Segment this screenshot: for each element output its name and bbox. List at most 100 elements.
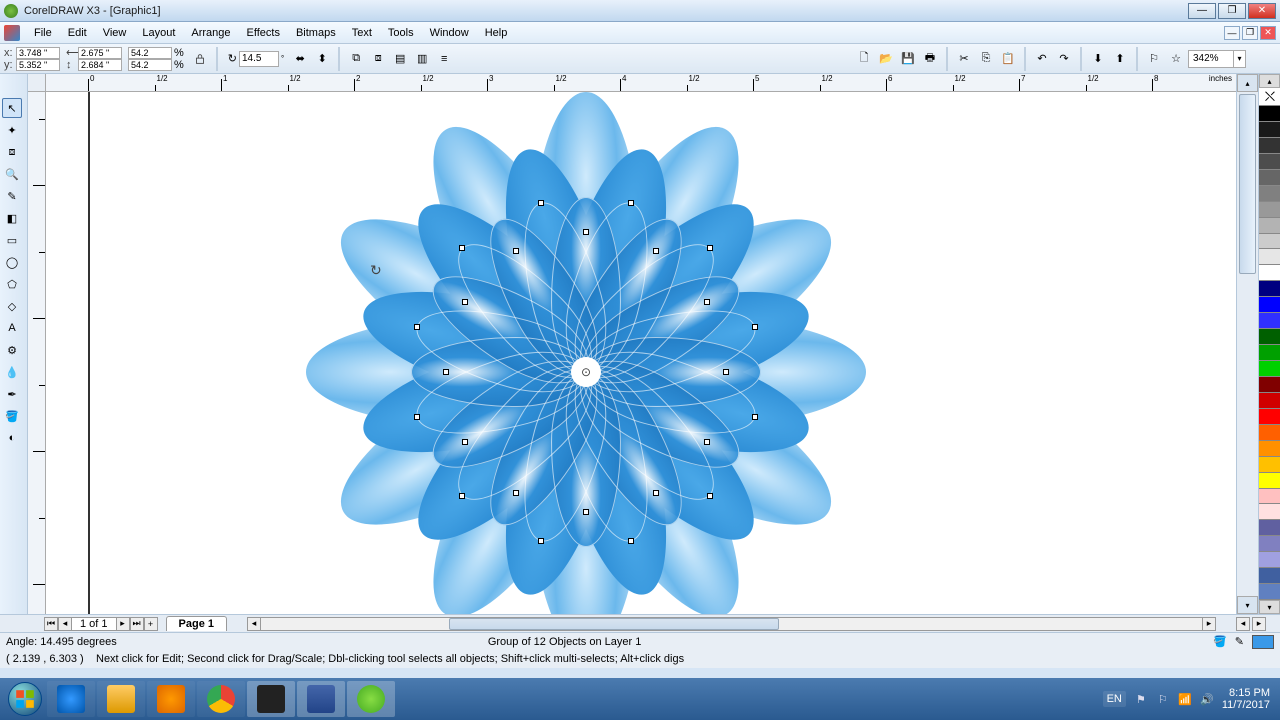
selection-node[interactable] xyxy=(462,439,468,445)
swatch-4060a0[interactable] xyxy=(1259,568,1280,584)
y-position-input[interactable] xyxy=(16,59,60,71)
tray-flag-icon[interactable]: ⚑ xyxy=(1134,692,1148,706)
menu-edit[interactable]: Edit xyxy=(60,25,95,41)
hscroll-left-button[interactable]: ◂ xyxy=(247,617,261,631)
tray-network-icon[interactable]: 📶 xyxy=(1178,692,1192,706)
tool-outline[interactable]: ✒ xyxy=(2,384,22,404)
selection-node[interactable] xyxy=(707,245,713,251)
swatch-ffe0e0[interactable] xyxy=(1259,504,1280,520)
language-indicator[interactable]: EN xyxy=(1103,691,1126,707)
tray-action-center-icon[interactable]: ⚐ xyxy=(1156,692,1170,706)
swatch-999999[interactable] xyxy=(1259,202,1280,218)
tool-interactive-fill[interactable]: ◐ xyxy=(2,428,22,448)
scroll-up-button[interactable]: ▴ xyxy=(1237,74,1258,92)
swatch-0000ff[interactable] xyxy=(1259,297,1280,313)
swatch-00d000[interactable] xyxy=(1259,361,1280,377)
swatch-none[interactable]: ⛌ xyxy=(1259,88,1280,106)
hscroll-right-button[interactable]: ▸ xyxy=(1202,617,1216,631)
selection-node[interactable] xyxy=(462,299,468,305)
zoom-level-combo[interactable]: ▾ xyxy=(1188,50,1246,68)
tray-clock[interactable]: 8:15 PM 11/7/2017 xyxy=(1222,687,1270,711)
tool-rectangle[interactable]: ▭ xyxy=(2,230,22,250)
menu-file[interactable]: File xyxy=(26,25,60,41)
scale-x-input[interactable] xyxy=(128,47,172,59)
width-input[interactable] xyxy=(78,47,122,59)
maximize-button[interactable]: ❐ xyxy=(1218,3,1246,19)
tool-fill[interactable]: 🪣 xyxy=(2,406,22,426)
wrap-text-button[interactable]: ≡ xyxy=(434,49,454,69)
redo-button[interactable]: ↷ xyxy=(1054,49,1074,69)
menu-text[interactable]: Text xyxy=(344,25,380,41)
last-page-button[interactable]: ⏭ xyxy=(130,617,144,631)
swatch-006000[interactable] xyxy=(1259,329,1280,345)
swatch-ffc000[interactable] xyxy=(1259,457,1280,473)
menu-arrange[interactable]: Arrange xyxy=(183,25,238,41)
lock-ratio-button[interactable] xyxy=(190,49,210,69)
hscroll-thumb[interactable] xyxy=(449,618,778,630)
swatch-3030ff[interactable] xyxy=(1259,313,1280,329)
selection-node[interactable] xyxy=(538,538,544,544)
zoom-dropdown-icon[interactable]: ▾ xyxy=(1233,51,1245,67)
paste-button[interactable]: 📋 xyxy=(998,49,1018,69)
selection-node[interactable] xyxy=(653,490,659,496)
scroll-down-button[interactable]: ▾ xyxy=(1237,596,1258,614)
taskbar-ie[interactable] xyxy=(47,681,95,717)
selection-node[interactable] xyxy=(704,299,710,305)
tool-crop[interactable]: ⧈ xyxy=(2,142,22,162)
swatch-1a1a1a[interactable] xyxy=(1259,122,1280,138)
ungroup-all-button[interactable]: ⧈ xyxy=(368,49,388,69)
swatch-ff9000[interactable] xyxy=(1259,441,1280,457)
taskbar-explorer[interactable] xyxy=(97,681,145,717)
taskbar-coreldraw[interactable] xyxy=(347,681,395,717)
prev-page-button[interactable]: ◂ xyxy=(58,617,72,631)
zoom-input[interactable] xyxy=(1189,51,1233,67)
page-tab[interactable]: Page 1 xyxy=(166,616,227,631)
swatch-d00000[interactable] xyxy=(1259,393,1280,409)
selection-node[interactable] xyxy=(583,509,589,515)
welcome-button[interactable]: ☆ xyxy=(1166,49,1186,69)
selection-node[interactable] xyxy=(459,245,465,251)
menu-tools[interactable]: Tools xyxy=(380,25,422,41)
menu-effects[interactable]: Effects xyxy=(239,25,288,41)
vscroll-thumb[interactable] xyxy=(1239,94,1256,274)
mdi-close-button[interactable]: ✕ xyxy=(1260,26,1276,40)
fill-indicator[interactable] xyxy=(1252,635,1274,649)
swatch-00a000[interactable] xyxy=(1259,345,1280,361)
swatch-a0a0e0[interactable] xyxy=(1259,552,1280,568)
app-launcher-button[interactable]: ⚐ xyxy=(1144,49,1164,69)
menu-layout[interactable]: Layout xyxy=(134,25,183,41)
selection-node[interactable] xyxy=(723,369,729,375)
tool-text[interactable]: A xyxy=(2,318,22,338)
to-back-button[interactable]: ▥ xyxy=(412,49,432,69)
start-button[interactable] xyxy=(4,678,46,720)
horizontal-scrollbar[interactable]: ◂ ▸ xyxy=(247,617,1216,631)
taskbar-app-1[interactable] xyxy=(247,681,295,717)
tool-freehand[interactable]: ✎ xyxy=(2,186,22,206)
mirror-h-button[interactable]: ⬌ xyxy=(290,49,310,69)
tool-shape[interactable]: ✦ xyxy=(2,120,22,140)
tool-pick[interactable]: ↖ xyxy=(2,98,22,118)
swatch-808080[interactable] xyxy=(1259,186,1280,202)
to-front-button[interactable]: ▤ xyxy=(390,49,410,69)
taskbar-chrome[interactable] xyxy=(197,681,245,717)
save-button[interactable]: 💾 xyxy=(898,49,918,69)
drawing-canvas[interactable]: ↻ xyxy=(46,92,1236,614)
selection-node[interactable] xyxy=(752,324,758,330)
swatch-ff6000[interactable] xyxy=(1259,425,1280,441)
menu-help[interactable]: Help xyxy=(477,25,516,41)
selection-node[interactable] xyxy=(583,229,589,235)
tool-eyedropper[interactable]: 💧 xyxy=(2,362,22,382)
close-button[interactable]: ✕ xyxy=(1248,3,1276,19)
swatch-6080c0[interactable] xyxy=(1259,584,1280,600)
mdi-minimize-button[interactable]: — xyxy=(1224,26,1240,40)
swatch-6060a0[interactable] xyxy=(1259,520,1280,536)
hscroll-track[interactable] xyxy=(261,617,1202,631)
rotation-center-icon[interactable] xyxy=(571,357,601,387)
selection-node[interactable] xyxy=(513,490,519,496)
selection-node[interactable] xyxy=(414,324,420,330)
swatch-cccccc[interactable] xyxy=(1259,234,1280,250)
tool-ellipse[interactable]: ◯ xyxy=(2,252,22,272)
swatch-ffc0c0[interactable] xyxy=(1259,489,1280,505)
swatch-e6e6e6[interactable] xyxy=(1259,249,1280,265)
selection-node[interactable] xyxy=(414,414,420,420)
